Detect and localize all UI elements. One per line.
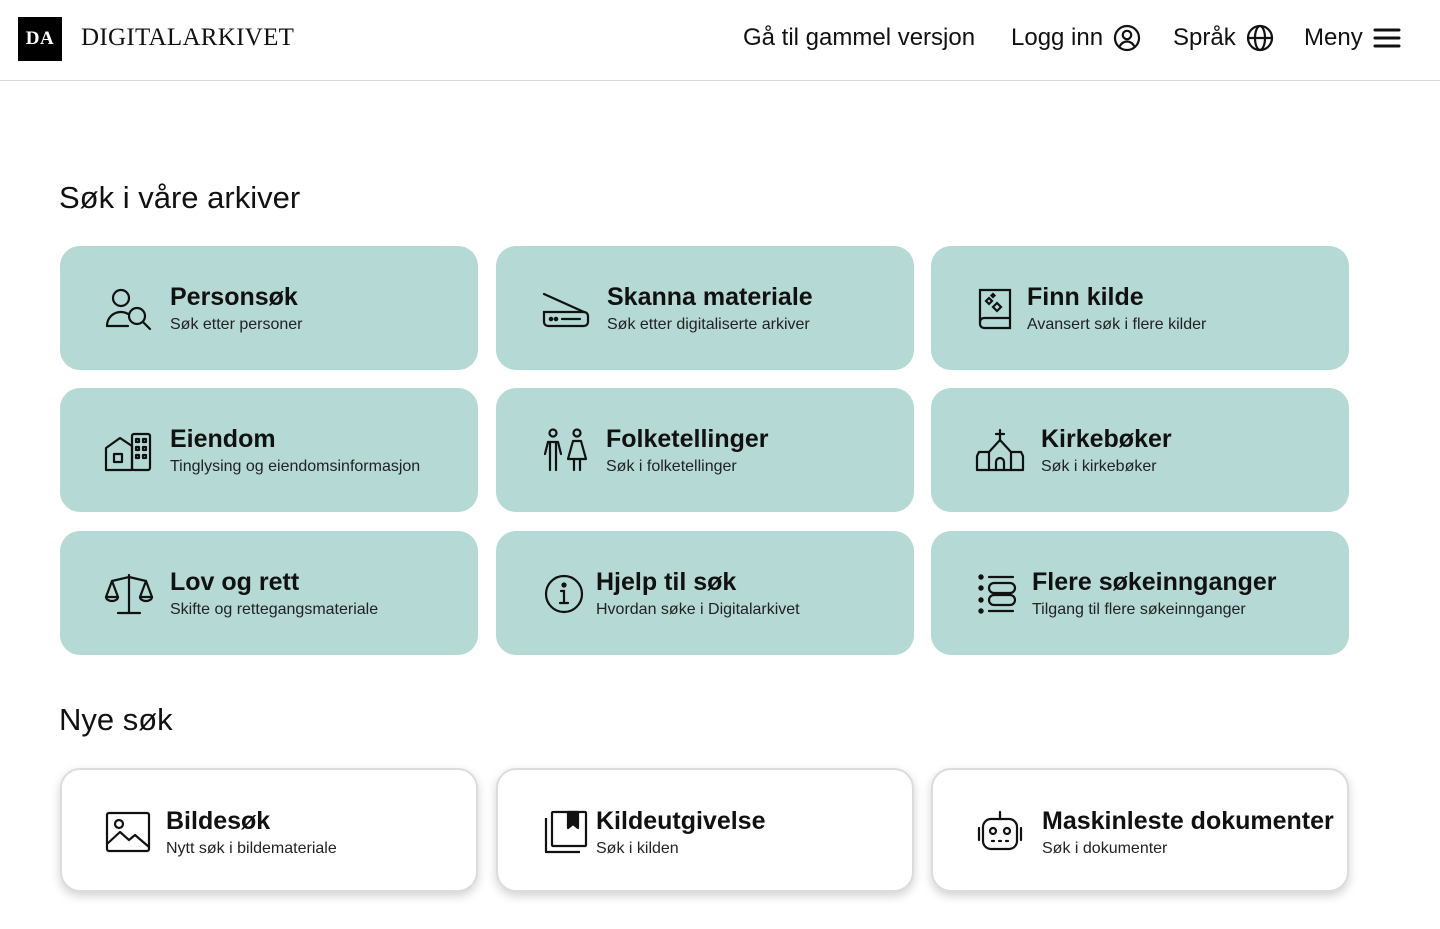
card-subtitle: Skifte og rettegangsmateriale <box>170 601 379 618</box>
image-icon <box>104 810 154 856</box>
card-lov-og-rett[interactable]: Lov og rett Skifte og rettegangsmaterial… <box>60 531 478 655</box>
card-subtitle: Hvordan søke i Digitalarkivet <box>596 601 800 618</box>
card-personsok[interactable]: Personsøk Søk etter personer <box>60 246 478 370</box>
card-finn-kilde[interactable]: Finn kilde Avansert søk i flere kilder <box>931 246 1349 370</box>
card-hjelp-til-sok[interactable]: Hjelp til søk Hvordan søke i Digitalarki… <box>496 531 914 655</box>
language-label: Språk <box>1173 24 1236 51</box>
card-title: Kildeutgivelse <box>596 807 766 835</box>
people-icon <box>540 428 590 474</box>
card-subtitle: Nytt søk i bildemateriale <box>166 840 337 857</box>
scanner-icon <box>540 286 590 332</box>
info-icon <box>540 571 590 617</box>
user-circle-icon <box>1113 24 1141 52</box>
login-label: Logg inn <box>1011 24 1104 51</box>
card-maskinleste-dokumenter[interactable]: Maskinleste dokumenter Søk i dokumenter <box>931 768 1349 892</box>
card-title: Personsøk <box>170 283 298 311</box>
menu-button[interactable]: Meny <box>1304 24 1401 52</box>
scales-icon <box>104 571 154 617</box>
card-subtitle: Tilgang til flere søkeinnganger <box>1032 601 1246 618</box>
card-title: Skanna materiale <box>607 283 813 311</box>
language-button[interactable]: Språk <box>1173 24 1274 52</box>
card-kildeutgivelse[interactable]: Kildeutgivelse Søk i kilden <box>496 768 914 892</box>
card-eiendom[interactable]: Eiendom Tinglysing og eiendomsinformasjo… <box>60 388 478 512</box>
card-title: Flere søkeinnganger <box>1032 568 1277 596</box>
card-subtitle: Søk i dokumenter <box>1042 840 1168 857</box>
card-title: Kirkebøker <box>1041 425 1172 453</box>
logo-mark[interactable]: DA <box>18 17 62 61</box>
card-title: Bildesøk <box>166 807 271 835</box>
card-title: Hjelp til søk <box>596 568 737 596</box>
card-subtitle: Avansert søk i flere kilder <box>1027 316 1207 333</box>
globe-icon <box>1246 24 1274 52</box>
person-search-icon <box>104 286 154 332</box>
list-icon <box>975 571 1025 617</box>
publication-icon <box>540 810 590 856</box>
card-title: Lov og rett <box>170 568 300 596</box>
card-flere-sokeinnganger[interactable]: Flere søkeinnganger Tilgang til flere sø… <box>931 531 1349 655</box>
card-subtitle: Søk etter digitaliserte arkiver <box>607 316 810 333</box>
new-searches-heading: Nye søk <box>59 702 173 737</box>
login-button[interactable]: Logg inn <box>1011 24 1141 52</box>
card-subtitle: Søk i kilden <box>596 840 679 857</box>
card-folketellinger[interactable]: Folketellinger Søk i folketellinger <box>496 388 914 512</box>
card-title: Maskinleste dokumenter <box>1042 807 1334 835</box>
logo-text[interactable]: DIGITALARKIVET <box>81 24 294 52</box>
robot-icon <box>975 810 1025 856</box>
hamburger-icon <box>1373 27 1401 49</box>
card-title: Finn kilde <box>1027 283 1144 311</box>
card-skanna-materiale[interactable]: Skanna materiale Søk etter digitaliserte… <box>496 246 914 370</box>
old-version-label: Gå til gammel versjon <box>743 24 976 51</box>
site-header: DA DIGITALARKIVET Gå til gammel versjon … <box>0 0 1440 81</box>
card-bildesok[interactable]: Bildesøk Nytt søk i bildemateriale <box>60 768 478 892</box>
card-subtitle: Søk i kirkebøker <box>1041 458 1157 475</box>
card-title: Eiendom <box>170 425 276 453</box>
menu-label: Meny <box>1304 24 1363 51</box>
book-search-icon <box>975 286 1025 332</box>
church-icon <box>975 428 1025 474</box>
old-version-link[interactable]: Gå til gammel versjon <box>743 24 975 52</box>
card-subtitle: Søk i folketellinger <box>606 458 737 475</box>
card-subtitle: Tinglysing og eiendomsinformasjon <box>170 458 421 475</box>
card-subtitle: Søk etter personer <box>170 316 303 333</box>
card-kirkeboker[interactable]: Kirkebøker Søk i kirkebøker <box>931 388 1349 512</box>
card-title: Folketellinger <box>606 425 769 453</box>
property-icon <box>104 428 154 474</box>
search-archives-heading: Søk i våre arkiver <box>59 180 301 215</box>
